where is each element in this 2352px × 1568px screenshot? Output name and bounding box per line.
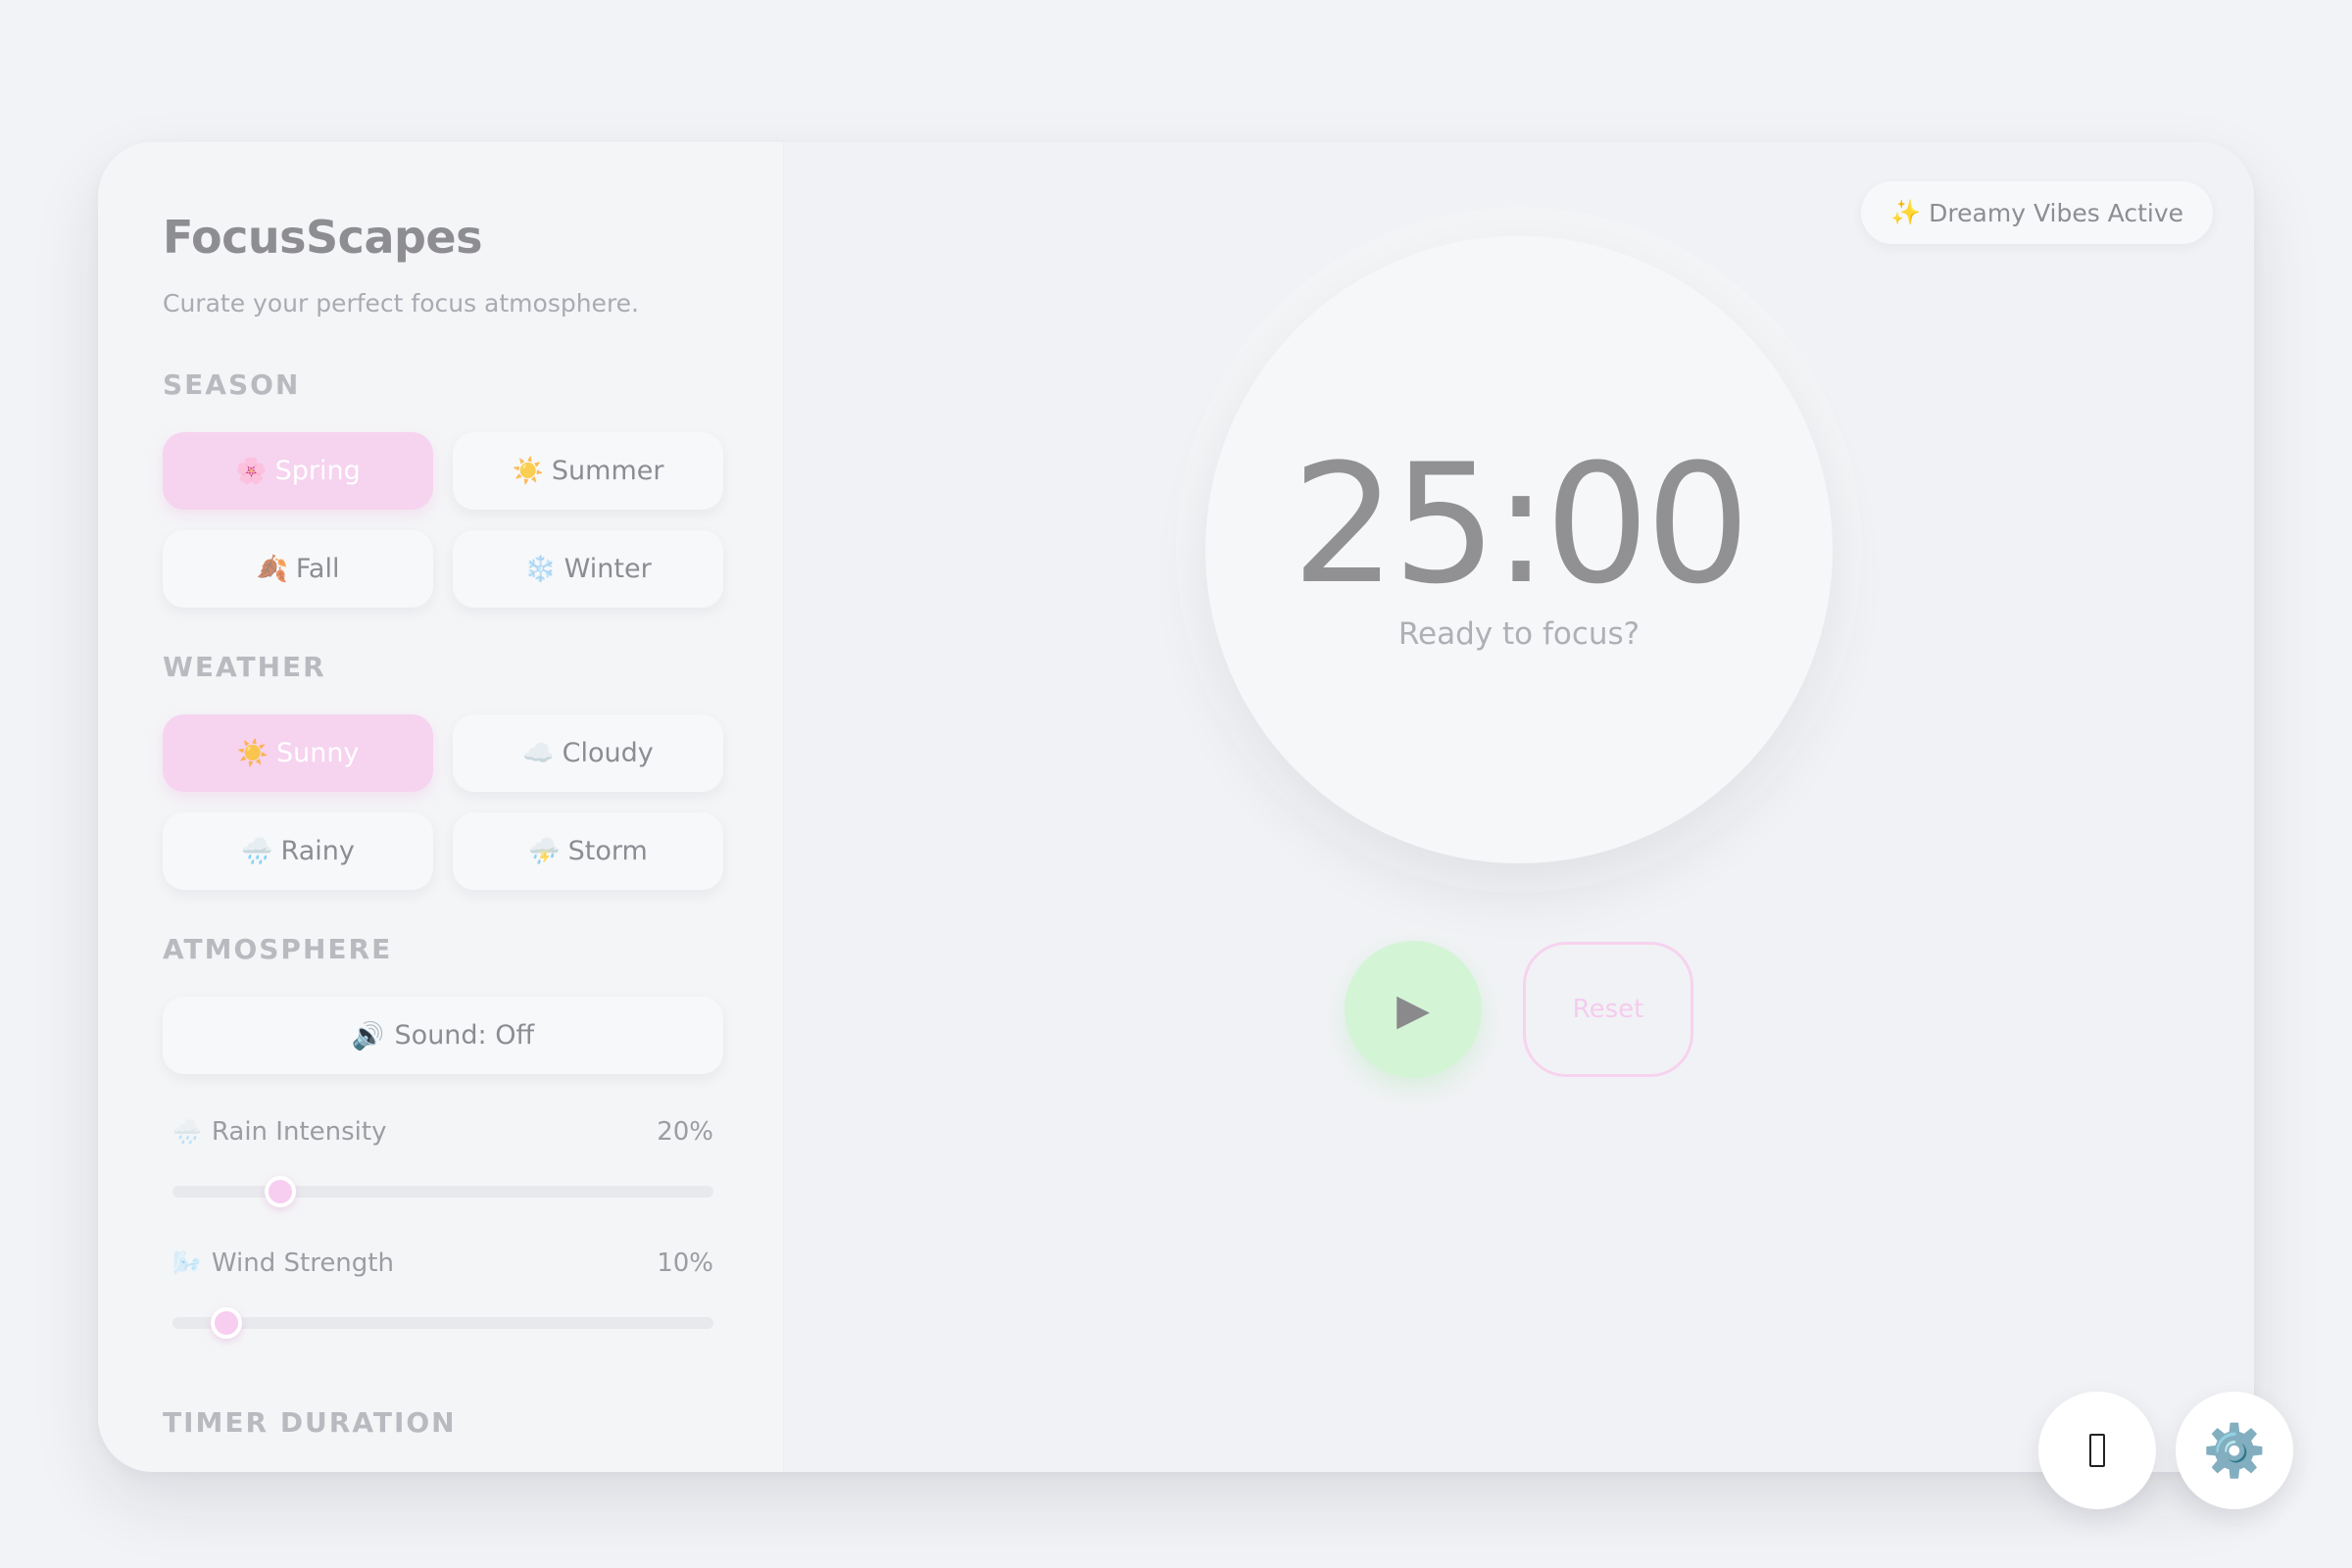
- season-winter-label: Winter: [564, 554, 652, 584]
- sun-icon: ☀️: [236, 738, 269, 768]
- rain-intensity-label-group: 🌧️ Rain Intensity: [172, 1117, 386, 1147]
- timer-status: Ready to focus?: [1397, 616, 1641, 652]
- season-fall-button[interactable]: 🍂 Fall: [163, 530, 433, 608]
- sound-toggle-button[interactable]: 🔊 Sound: Off: [163, 997, 723, 1074]
- wind-strength-label-group: 🌬️ Wind Strength: [172, 1249, 394, 1278]
- settings-button[interactable]: ⚙️: [2176, 1392, 2293, 1509]
- weather-sunny-button[interactable]: ☀️ Sunny: [163, 714, 433, 792]
- timer-controls: ▶ Reset: [1345, 941, 1693, 1078]
- speaker-icon: 🔊: [351, 1020, 385, 1052]
- vibes-status-badge: ✨ Dreamy Vibes Active: [1861, 181, 2213, 244]
- season-fall-label: Fall: [295, 554, 340, 584]
- sparkles-icon: ✨: [1890, 198, 1922, 226]
- season-spring-label: Spring: [274, 456, 361, 486]
- weather-cloudy-button[interactable]: ☁️ Cloudy: [453, 714, 723, 792]
- missing-glyph-button[interactable]: [2038, 1392, 2156, 1509]
- rain-intensity-slider[interactable]: [172, 1176, 713, 1207]
- weather-storm-button[interactable]: ⛈️ Storm: [453, 812, 723, 890]
- cloud-icon: ☁️: [522, 738, 555, 768]
- season-summer-button[interactable]: ☀️ Summer: [453, 432, 723, 510]
- sun-icon: ☀️: [512, 456, 544, 486]
- flower-icon: 🌸: [235, 456, 268, 486]
- weather-rainy-button[interactable]: 🌧️ Rainy: [163, 812, 433, 890]
- weather-storm-label: Storm: [567, 836, 648, 866]
- app-window: FocusScapes Curate your perfect focus at…: [98, 142, 2254, 1472]
- season-summer-label: Summer: [551, 456, 664, 486]
- wind-icon: 🌬️: [172, 1250, 202, 1277]
- missing-glyph-icon: [2089, 1434, 2105, 1467]
- wind-strength-row: 🌬️ Wind Strength 10%: [163, 1249, 723, 1278]
- weather-rainy-label: Rainy: [280, 836, 355, 866]
- play-icon: ▶: [1396, 984, 1430, 1035]
- season-section-label: SEASON: [163, 368, 301, 401]
- rain-intensity-slider-thumb[interactable]: [265, 1176, 297, 1207]
- app-subtitle: Curate your perfect focus atmosphere.: [163, 289, 639, 318]
- leaf-icon: 🍂: [256, 554, 288, 584]
- snowflake-icon: ❄️: [524, 554, 557, 584]
- wind-strength-value: 10%: [657, 1249, 713, 1278]
- sidebar: FocusScapes Curate your perfect focus at…: [98, 142, 784, 1472]
- rain-intensity-row: 🌧️ Rain Intensity 20%: [163, 1117, 723, 1147]
- weather-cloudy-label: Cloudy: [562, 738, 654, 768]
- season-options: 🌸 Spring ☀️ Summer 🍂 Fall ❄️ Winter: [163, 432, 723, 608]
- timer-duration-section-label: TIMER DURATION: [163, 1406, 457, 1439]
- timer-time: 25:00: [1291, 428, 1750, 620]
- gear-icon: ⚙️: [2202, 1421, 2267, 1481]
- weather-sunny-label: Sunny: [275, 738, 360, 768]
- atmosphere-section-label: ATMOSPHERE: [163, 933, 393, 965]
- rain-cloud-icon: 🌧️: [172, 1118, 202, 1146]
- weather-section-label: WEATHER: [163, 651, 326, 683]
- sound-toggle-label: Sound: Off: [394, 1020, 535, 1051]
- season-winter-button[interactable]: ❄️ Winter: [453, 530, 723, 608]
- main-area: ✨ Dreamy Vibes Active 25:00 Ready to foc…: [784, 142, 2254, 1472]
- rain-intensity-label: Rain Intensity: [211, 1117, 387, 1147]
- wind-strength-slider[interactable]: [172, 1307, 713, 1339]
- rain-intensity-value: 20%: [657, 1117, 713, 1147]
- timer-dial: 25:00 Ready to focus?: [1205, 236, 1833, 863]
- season-spring-button[interactable]: 🌸 Spring: [163, 432, 433, 510]
- wind-strength-label: Wind Strength: [211, 1249, 394, 1278]
- vibes-status-label: Dreamy Vibes Active: [1929, 198, 2183, 227]
- play-button[interactable]: ▶: [1345, 941, 1482, 1078]
- weather-options: ☀️ Sunny ☁️ Cloudy 🌧️ Rainy ⛈️ Storm: [163, 714, 723, 890]
- reset-button[interactable]: Reset: [1523, 942, 1693, 1077]
- wind-strength-slider-thumb[interactable]: [211, 1307, 243, 1339]
- app-title: FocusScapes: [163, 211, 483, 264]
- rain-cloud-icon: 🌧️: [241, 836, 273, 866]
- storm-cloud-icon: ⛈️: [528, 836, 561, 866]
